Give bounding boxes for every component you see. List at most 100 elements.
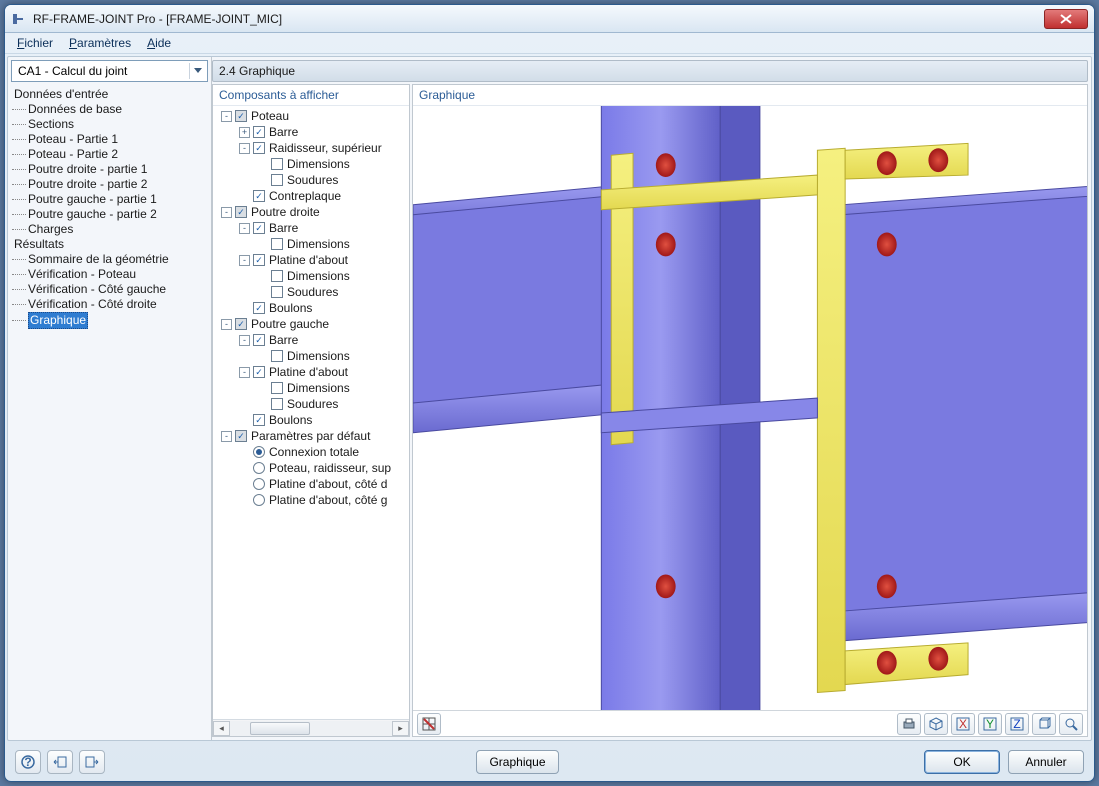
scroll-thumb[interactable] [250, 722, 310, 735]
tree-node[interactable]: Dimensions [215, 348, 407, 364]
radio[interactable] [253, 462, 265, 474]
zoom-extent-icon[interactable] [1059, 713, 1083, 735]
tree-node[interactable]: Platine d'about, côté d [215, 476, 407, 492]
checkbox[interactable]: ✓ [235, 318, 247, 330]
scroll-right-button[interactable]: ▸ [392, 721, 409, 736]
expander-icon[interactable]: - [239, 143, 250, 154]
checkbox[interactable]: ✓ [253, 222, 265, 234]
radio[interactable] [253, 478, 265, 490]
tree-node[interactable]: ✓Contreplaque [215, 188, 407, 204]
expander-icon[interactable]: - [221, 319, 232, 330]
nav-item[interactable]: Sommaire de la géométrie [12, 252, 211, 267]
ok-button[interactable]: OK [924, 750, 1000, 774]
tree-node[interactable]: Platine d'about, côté g [215, 492, 407, 508]
menu-parameters[interactable]: Paramètres [63, 34, 137, 52]
view-x-icon[interactable]: X [951, 713, 975, 735]
scroll-left-button[interactable]: ◂ [213, 721, 230, 736]
tree-node[interactable]: Poteau, raidisseur, sup [215, 460, 407, 476]
checkbox[interactable] [271, 158, 283, 170]
tree-node[interactable]: +✓Barre [215, 124, 407, 140]
next-table-button[interactable] [79, 750, 105, 774]
checkbox[interactable]: ✓ [253, 414, 265, 426]
tree-node[interactable]: Dimensions [215, 236, 407, 252]
expander-icon[interactable]: - [239, 223, 250, 234]
help-button[interactable]: ? [15, 750, 41, 774]
expander-icon[interactable]: - [221, 207, 232, 218]
iso-icon[interactable] [924, 713, 948, 735]
tree-node[interactable]: Soudures [215, 396, 407, 412]
view-y-icon[interactable]: Y [978, 713, 1002, 735]
expander-icon[interactable]: - [221, 111, 232, 122]
nav-item[interactable]: Poutre droite - partie 2 [12, 177, 211, 192]
nav-item[interactable]: Sections [12, 117, 211, 132]
checkbox[interactable]: ✓ [253, 254, 265, 266]
expander-icon[interactable]: - [239, 255, 250, 266]
checkbox[interactable] [271, 382, 283, 394]
checkbox[interactable] [271, 398, 283, 410]
tree-node[interactable]: Connexion totale [215, 444, 407, 460]
checkbox[interactable] [271, 350, 283, 362]
tree-node[interactable]: -✓Poutre droite [215, 204, 407, 220]
tree-node[interactable]: Soudures [215, 172, 407, 188]
nav-item[interactable]: Vérification - Poteau [12, 267, 211, 282]
expander-icon[interactable]: - [239, 367, 250, 378]
radio[interactable] [253, 446, 265, 458]
radio[interactable] [253, 494, 265, 506]
checkbox[interactable]: ✓ [253, 126, 265, 138]
nav-item[interactable]: Vérification - Côté gauche [12, 282, 211, 297]
nav-item[interactable]: Poutre droite - partie 1 [12, 162, 211, 177]
tree-node[interactable]: Dimensions [215, 380, 407, 396]
grid-red-icon[interactable] [417, 713, 441, 735]
expander-icon[interactable]: - [239, 335, 250, 346]
case-select[interactable]: CA1 - Calcul du joint [11, 60, 208, 82]
checkbox[interactable]: ✓ [235, 430, 247, 442]
tree-node[interactable]: -✓Barre [215, 220, 407, 236]
h-scrollbar[interactable]: ◂ ▸ [213, 719, 409, 736]
tree-node[interactable]: Dimensions [215, 268, 407, 284]
menu-file[interactable]: Fichier [11, 34, 59, 52]
checkbox[interactable] [271, 174, 283, 186]
graphic-button[interactable]: Graphique [476, 750, 558, 774]
nav-item[interactable]: Données de base [12, 102, 211, 117]
checkbox[interactable]: ✓ [235, 110, 247, 122]
cancel-button[interactable]: Annuler [1008, 750, 1084, 774]
tree-node[interactable]: -✓Raidisseur, supérieur [215, 140, 407, 156]
nav-item[interactable]: Poutre gauche - partie 2 [12, 207, 211, 222]
nav-item[interactable]: Vérification - Côté droite [12, 297, 211, 312]
checkbox[interactable]: ✓ [235, 206, 247, 218]
checkbox[interactable]: ✓ [253, 142, 265, 154]
tree-node[interactable]: Dimensions [215, 156, 407, 172]
checkbox[interactable]: ✓ [253, 334, 265, 346]
components-tree[interactable]: -✓Poteau+✓Barre-✓Raidisseur, supérieurDi… [213, 106, 409, 719]
view-z-icon[interactable]: Z [1005, 713, 1029, 735]
scroll-track[interactable] [230, 721, 392, 736]
graphic-viewport[interactable] [413, 106, 1087, 710]
nav-item[interactable]: Poutre gauche - partie 1 [12, 192, 211, 207]
checkbox[interactable] [271, 238, 283, 250]
tree-node[interactable]: -✓Poutre gauche [215, 316, 407, 332]
tree-node[interactable]: Soudures [215, 284, 407, 300]
cube-icon[interactable] [1032, 713, 1056, 735]
checkbox[interactable]: ✓ [253, 302, 265, 314]
tree-node[interactable]: ✓Boulons [215, 412, 407, 428]
nav-item[interactable]: Poteau - Partie 1 [12, 132, 211, 147]
tree-node[interactable]: -✓Barre [215, 332, 407, 348]
tree-node[interactable]: -✓Platine d'about [215, 252, 407, 268]
print-icon[interactable] [897, 713, 921, 735]
menu-help[interactable]: Aide [141, 34, 177, 52]
tree-node[interactable]: -✓Platine d'about [215, 364, 407, 380]
prev-table-button[interactable] [47, 750, 73, 774]
checkbox[interactable] [271, 286, 283, 298]
tree-node[interactable]: ✓Boulons [215, 300, 407, 316]
nav-item[interactable]: Charges [12, 222, 211, 237]
tree-node[interactable]: -✓Poteau [215, 108, 407, 124]
navigator-tree[interactable]: Données d'entréeDonnées de baseSectionsP… [8, 85, 211, 740]
expander-icon[interactable]: + [239, 127, 250, 138]
nav-item[interactable]: Poteau - Partie 2 [12, 147, 211, 162]
checkbox[interactable]: ✓ [253, 366, 265, 378]
window-close-button[interactable] [1044, 9, 1088, 29]
tree-node[interactable]: -✓Paramètres par défaut [215, 428, 407, 444]
checkbox[interactable]: ✓ [253, 190, 265, 202]
checkbox[interactable] [271, 270, 283, 282]
expander-icon[interactable]: - [221, 431, 232, 442]
